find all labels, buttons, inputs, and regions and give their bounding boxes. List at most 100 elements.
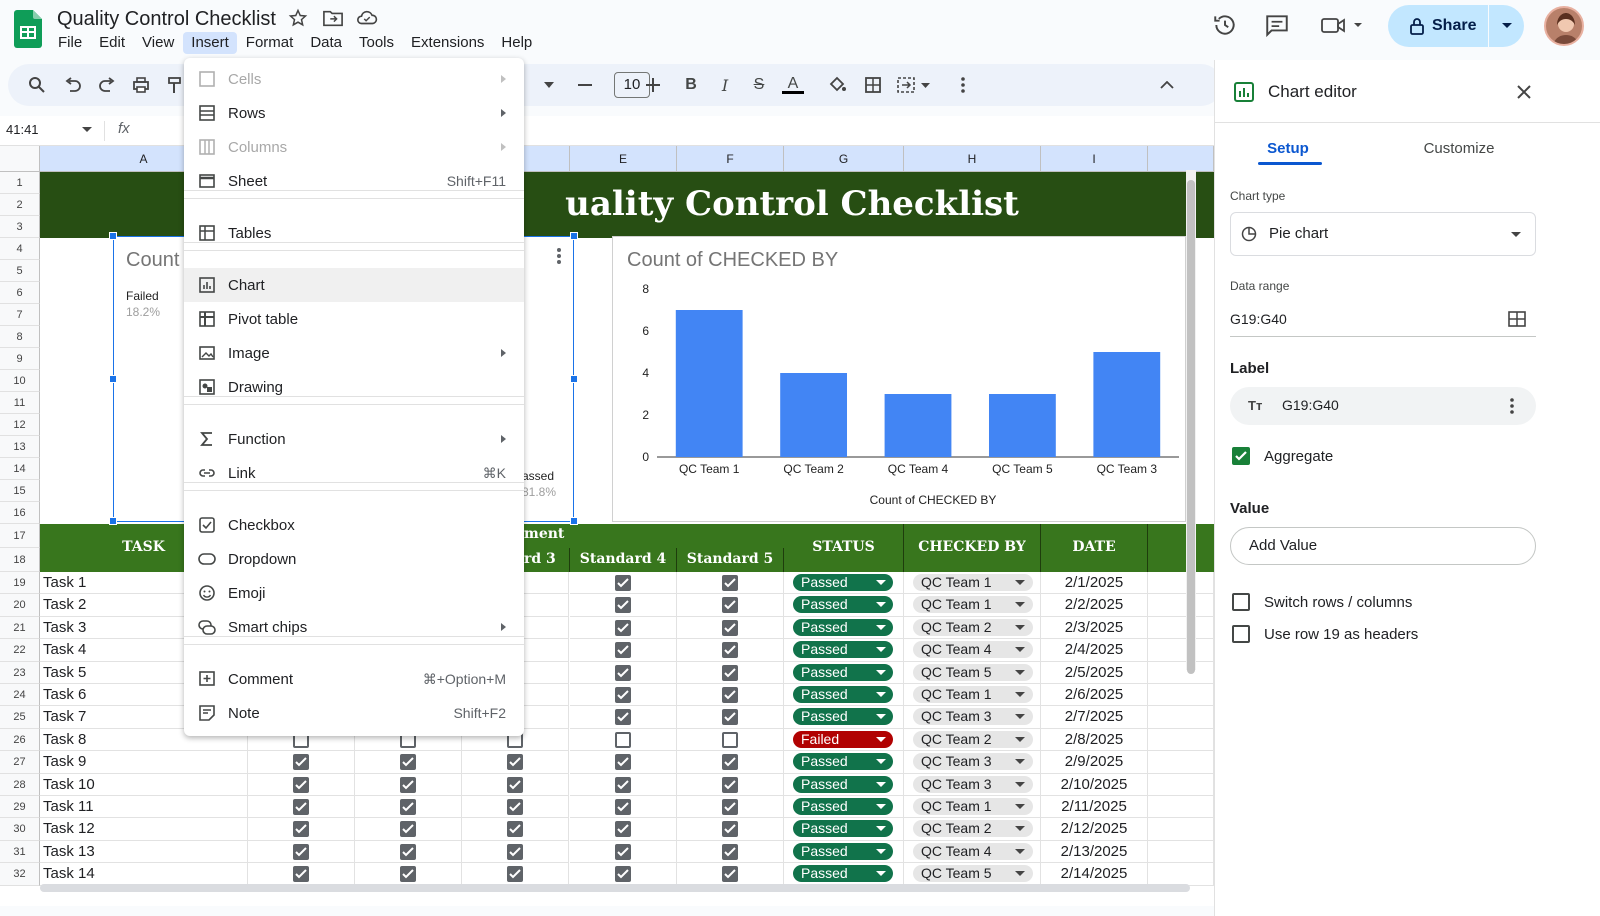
switch-rows-columns-checkbox[interactable] [1232, 593, 1250, 611]
bar-qc-team-4[interactable] [884, 394, 952, 457]
row-header[interactable]: 30 [0, 818, 40, 841]
date-cell[interactable]: 2/4/2025 [1041, 639, 1148, 662]
checkbox[interactable] [615, 821, 631, 838]
document-title[interactable]: Quality Control Checklist [57, 8, 276, 31]
column-header-h[interactable]: H [904, 146, 1041, 172]
italic-icon[interactable]: I [714, 74, 736, 96]
more-options-icon[interactable] [952, 74, 974, 96]
standard-cell[interactable] [355, 773, 462, 796]
row-header[interactable]: 22 [0, 639, 40, 662]
checkbox[interactable] [615, 687, 631, 703]
star-icon[interactable] [288, 8, 310, 30]
row-header[interactable]: 8 [0, 326, 40, 348]
standard-cell[interactable] [677, 796, 784, 819]
empty-cell[interactable] [1148, 728, 1214, 752]
menu-view[interactable]: View [134, 32, 182, 54]
checkbox[interactable] [400, 776, 416, 793]
status-chip[interactable]: Passed [793, 708, 893, 726]
borders-icon[interactable] [862, 74, 884, 96]
standard-cell[interactable] [462, 840, 569, 864]
column-header-e[interactable]: E [570, 146, 677, 172]
empty-cell[interactable] [1148, 616, 1214, 640]
standard-cell[interactable] [570, 572, 677, 595]
status-chip[interactable]: Passed [793, 842, 893, 860]
date-cell[interactable]: 2/8/2025 [1041, 728, 1148, 752]
checkbox[interactable] [615, 664, 631, 681]
standard-cell[interactable] [677, 706, 784, 729]
column-header-g[interactable]: G [784, 146, 904, 172]
standard-cell[interactable] [570, 728, 677, 752]
checkbox[interactable] [293, 799, 309, 815]
checked-by-cell[interactable]: QC Team 4 [904, 840, 1041, 864]
status-cell[interactable]: Passed [784, 863, 904, 886]
resize-handle[interactable] [109, 517, 117, 525]
use-row-headers-checkbox[interactable] [1232, 625, 1250, 643]
row-header[interactable]: 3 [0, 216, 40, 238]
standard-cell[interactable] [570, 840, 677, 864]
checkbox[interactable] [507, 866, 523, 883]
empty-cell[interactable] [1148, 706, 1214, 729]
checkbox[interactable] [722, 687, 738, 703]
row-header[interactable]: 15 [0, 480, 40, 502]
checked-by-cell[interactable]: QC Team 3 [904, 773, 1041, 796]
date-cell[interactable]: 2/12/2025 [1041, 818, 1148, 841]
task-cell[interactable]: Task 10 [40, 773, 248, 796]
row-header[interactable]: 32 [0, 863, 40, 886]
resize-handle[interactable] [109, 232, 117, 240]
date-cell[interactable]: 2/1/2025 [1041, 572, 1148, 595]
font-dropdown-chevron-icon[interactable] [538, 74, 560, 96]
meet-icon[interactable] [1320, 12, 1370, 40]
row-header[interactable]: 12 [0, 414, 40, 436]
standard-cell[interactable] [677, 728, 784, 752]
chart-type-select[interactable]: Pie chart [1230, 212, 1536, 256]
increase-font-size-button[interactable] [642, 74, 664, 96]
row-header[interactable]: 1 [0, 172, 40, 194]
checkbox[interactable] [615, 619, 631, 636]
tab-customize[interactable]: Customize [1414, 140, 1504, 157]
date-cell[interactable]: 2/6/2025 [1041, 684, 1148, 707]
checkbox[interactable] [722, 821, 738, 838]
checked-by-chip[interactable]: QC Team 4 [913, 641, 1033, 659]
row-header[interactable]: 10 [0, 370, 40, 392]
checkbox[interactable] [400, 799, 416, 815]
checked-by-chip[interactable]: QC Team 5 [913, 663, 1033, 681]
checkbox[interactable] [615, 709, 631, 726]
menu-help[interactable]: Help [493, 32, 540, 54]
row-header[interactable]: 5 [0, 260, 40, 282]
checked-by-cell[interactable]: QC Team 5 [904, 863, 1041, 886]
row-header[interactable]: 28 [0, 773, 40, 796]
checkbox[interactable] [722, 642, 738, 659]
row-header[interactable]: 20 [0, 594, 40, 617]
status-cell[interactable]: Passed [784, 796, 904, 819]
standard-cell[interactable] [248, 751, 355, 774]
checked-by-cell[interactable]: QC Team 3 [904, 706, 1041, 729]
avatar[interactable] [1544, 6, 1584, 46]
standard-cell[interactable] [570, 594, 677, 617]
bar-qc-team-3[interactable] [1093, 352, 1161, 457]
checked-by-chip[interactable]: QC Team 5 [913, 865, 1033, 883]
menu-item-smart-chips[interactable]: Smart chips [184, 610, 524, 644]
menu-item-drawing[interactable]: Drawing [184, 370, 524, 404]
cloud-status-icon[interactable] [356, 8, 378, 30]
checked-by-chip[interactable]: QC Team 1 [913, 574, 1033, 591]
checked-by-cell[interactable]: QC Team 1 [904, 594, 1041, 617]
name-box-chevron-icon[interactable] [82, 127, 92, 132]
select-range-icon[interactable] [1508, 311, 1526, 327]
checked-by-cell[interactable]: QC Team 2 [904, 728, 1041, 752]
menu-insert[interactable]: Insert [183, 32, 237, 54]
checked-by-chip[interactable]: QC Team 2 [913, 820, 1033, 838]
task-cell[interactable]: Task 14 [40, 863, 248, 886]
row-header[interactable]: 25 [0, 706, 40, 729]
collapse-toolbar-icon[interactable] [1156, 74, 1178, 96]
checkbox[interactable] [507, 754, 523, 771]
checkbox[interactable] [615, 731, 631, 748]
date-cell[interactable]: 2/11/2025 [1041, 796, 1148, 819]
row-header[interactable]: 19 [0, 572, 40, 595]
status-cell[interactable]: Passed [784, 684, 904, 707]
menu-file[interactable]: File [50, 32, 90, 54]
standard-cell[interactable] [677, 639, 784, 662]
standard-cell[interactable] [570, 684, 677, 707]
empty-cell[interactable] [1148, 796, 1214, 819]
date-cell[interactable]: 2/2/2025 [1041, 594, 1148, 617]
status-cell[interactable]: Passed [784, 706, 904, 729]
